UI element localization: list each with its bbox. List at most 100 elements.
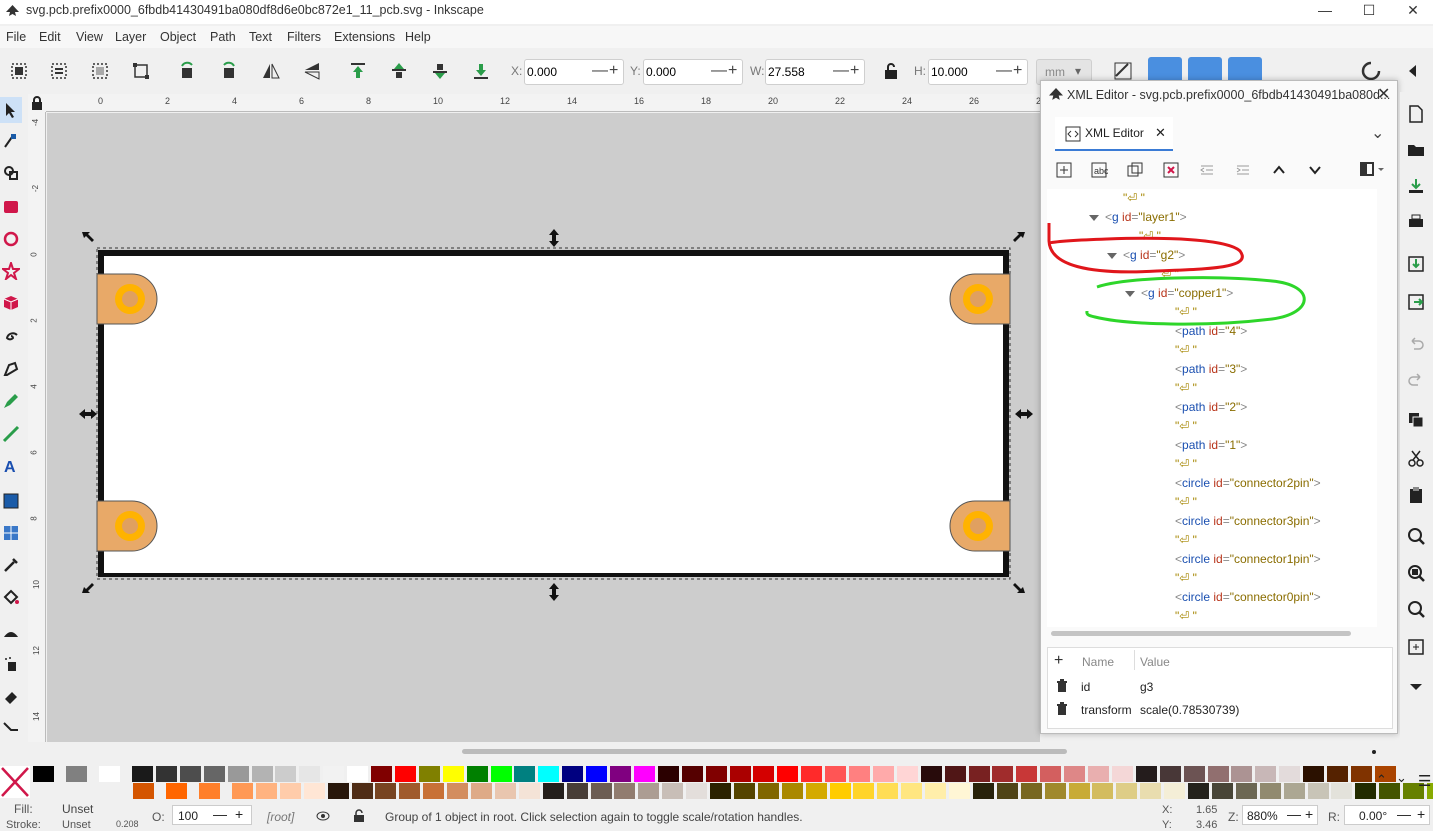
color-swatch[interactable] [351,783,373,799]
menu-help[interactable]: Help [405,30,431,44]
color-swatch[interactable] [1111,766,1133,782]
scale-stroke-icon[interactable] [1112,60,1134,82]
color-swatch[interactable] [442,766,464,782]
color-swatch[interactable] [1092,783,1114,799]
color-swatch[interactable] [447,783,469,799]
color-swatch[interactable] [681,766,703,782]
color-swatch[interactable] [1020,783,1042,799]
raise-icon[interactable] [388,60,410,82]
color-swatch[interactable] [1188,783,1209,799]
undo-icon[interactable] [1406,333,1426,353]
color-swatch[interactable] [1164,783,1186,799]
color-swatch[interactable] [586,766,608,782]
stroke-width[interactable]: 0.208 [116,819,139,829]
color-swatch[interactable] [394,766,416,782]
color-swatch[interactable] [872,766,894,782]
zoom-page-icon[interactable] [1406,599,1426,619]
shape-builder-tool-icon[interactable] [2,164,20,182]
color-swatch[interactable] [299,766,321,782]
dropper-tool-icon[interactable] [2,556,20,574]
layer-indicator[interactable]: [root] [267,810,294,824]
canvas-horizontal-scrollbar[interactable] [462,749,1067,754]
palette-scroll-up-icon[interactable]: ⌃ [1376,772,1387,788]
no-paint-swatch[interactable] [0,766,30,798]
scale-handle-w[interactable] [79,409,97,419]
opacity-value[interactable]: 100 [178,809,198,823]
print-icon[interactable] [1406,212,1426,232]
paint-bucket-tool-icon[interactable] [2,588,20,606]
x-input[interactable] [527,63,587,81]
color-swatch[interactable] [133,783,154,799]
touch-select-icon[interactable] [130,60,152,82]
raise-node-icon[interactable] [1270,161,1288,179]
import-icon[interactable] [1406,254,1426,274]
open-folder-icon[interactable] [1406,140,1426,160]
opacity-increment[interactable]: + [235,806,243,822]
y-decrement-button[interactable]: — [711,62,727,80]
color-swatch[interactable] [323,766,345,782]
color-swatch[interactable] [610,766,631,782]
color-swatch[interactable] [1327,766,1348,782]
fill-value[interactable]: Unset [62,802,93,816]
color-swatch[interactable] [66,766,87,782]
maximize-button[interactable]: ☐ [1346,0,1392,22]
delete-node-icon[interactable] [1162,161,1180,179]
indent-node-icon[interactable] [1234,161,1252,179]
zoom-increment[interactable]: + [1305,806,1313,822]
rotation-decrement[interactable]: — [1397,806,1411,822]
menu-edit[interactable]: Edit [39,30,61,44]
color-swatch[interactable] [466,766,488,782]
zoom-fit-icon[interactable] [1406,637,1426,657]
color-swatch[interactable] [518,783,540,799]
eraser-tool-icon[interactable] [2,687,20,705]
color-swatch[interactable] [853,783,875,799]
tab-close-icon[interactable]: ✕ [1155,125,1166,141]
color-swatch[interactable] [1207,766,1229,782]
color-swatch[interactable] [686,783,708,799]
trash-icon[interactable] [1056,679,1068,693]
mesh-tool-icon[interactable] [2,524,20,542]
color-swatch[interactable] [733,783,755,799]
color-swatch[interactable] [514,766,536,782]
tab-menu-chevron-icon[interactable]: ⌄ [1371,123,1384,143]
menu-view[interactable]: View [76,30,103,44]
xml-editor-close-button[interactable]: ✕ [1377,84,1390,104]
cut-icon[interactable] [1406,448,1426,468]
color-swatch[interactable] [657,766,679,782]
zoom-drawing-icon[interactable] [1406,563,1426,583]
eye-icon[interactable] [316,811,330,821]
color-swatch[interactable] [1283,783,1305,799]
color-swatch[interactable] [662,783,684,799]
lower-icon[interactable] [429,60,451,82]
h-spinbox[interactable]: — + [928,59,1028,85]
palette-scroll-down-icon[interactable]: ⌄ [1396,770,1407,786]
color-swatch[interactable] [199,783,220,799]
color-swatch[interactable] [729,766,751,782]
opacity-decrement[interactable]: — [213,806,227,822]
color-swatch[interactable] [538,766,560,782]
color-swatch[interactable] [949,783,970,799]
color-swatch[interactable] [1279,766,1301,782]
color-swatch[interactable] [1135,766,1157,782]
h-decrement-button[interactable]: — [996,62,1012,80]
stroke-value[interactable]: Unset [62,819,91,831]
scale-handle-sw[interactable] [82,583,94,593]
color-swatch[interactable] [327,783,349,799]
color-swatch[interactable] [1350,766,1372,782]
menu-filters[interactable]: Filters [287,30,321,44]
color-swatch[interactable] [710,783,731,799]
color-swatch[interactable] [542,783,564,799]
new-element-node-icon[interactable] [1055,161,1073,179]
flip-vertical-icon[interactable] [301,60,323,82]
save-icon[interactable] [1406,176,1426,196]
color-swatch[interactable] [1016,766,1038,782]
3d-box-tool-icon[interactable] [2,294,20,312]
color-swatch[interactable] [1040,766,1062,782]
color-swatch[interactable] [1303,766,1325,782]
w-increment-button[interactable]: + [850,62,859,80]
w-input[interactable] [768,63,828,81]
color-swatch[interactable] [805,783,827,799]
scale-handle-n[interactable] [549,229,559,247]
color-swatch[interactable] [132,766,153,782]
y-spinbox[interactable]: — + [643,59,743,85]
